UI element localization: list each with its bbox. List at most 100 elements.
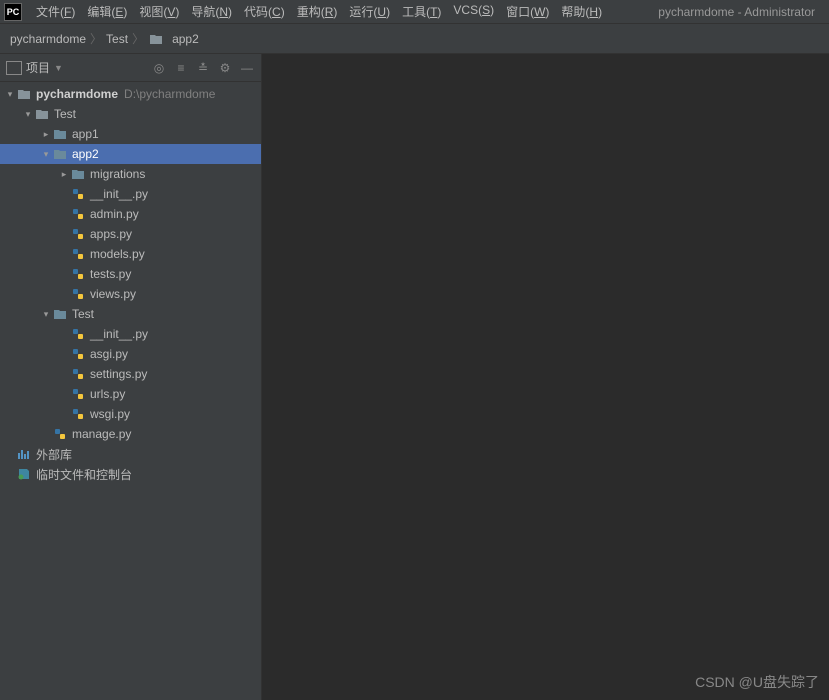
sidebar-header: 项目 ▼ ◎ ≡ ≛ ⚙ — [0, 54, 261, 82]
menu-item[interactable]: 导航(N) [185, 1, 238, 22]
file-item[interactable]: asgi.py [0, 344, 261, 364]
package-icon [52, 309, 68, 320]
package-icon [52, 149, 68, 160]
project-tool-icon[interactable] [6, 61, 22, 75]
folder-icon [148, 33, 164, 45]
tree-item-label: admin.py [90, 207, 139, 221]
project-sidebar: 项目 ▼ ◎ ≡ ≛ ⚙ — pycharmdome D:\pycharmdome… [0, 54, 262, 700]
hide-icon[interactable]: — [239, 60, 255, 76]
python-file-icon [70, 267, 86, 281]
folder-app1[interactable]: app1 [0, 124, 261, 144]
menu-item[interactable]: 代码(C) [238, 1, 291, 22]
folder-test[interactable]: Test [0, 104, 261, 124]
folder-migrations[interactable]: migrations [0, 164, 261, 184]
scratch-icon [16, 468, 32, 480]
locate-icon[interactable]: ◎ [151, 60, 167, 76]
python-file-icon [70, 347, 86, 361]
expand-arrow-icon[interactable] [58, 169, 70, 180]
menu-item[interactable]: 重构(R) [291, 1, 344, 22]
tree-item-label: asgi.py [90, 347, 128, 361]
tree-item-label: Test [54, 107, 76, 121]
expand-arrow-icon[interactable] [40, 309, 52, 320]
project-label: 项目 [26, 59, 50, 76]
scratches-consoles[interactable]: 临时文件和控制台 [0, 464, 261, 484]
tree-item-label: 外部库 [36, 446, 72, 463]
chevron-right-icon: 〉 [90, 30, 102, 47]
menu-item[interactable]: 文件(F) [30, 1, 81, 22]
menu-item[interactable]: 编辑(E) [81, 1, 133, 22]
project-tree: pycharmdome D:\pycharmdome Test app1 app2 mig… [0, 82, 261, 700]
menu-item[interactable]: 视图(V) [133, 1, 185, 22]
menubar: PC 文件(F)编辑(E)视图(V)导航(N)代码(C)重构(R)运行(U)工具… [0, 0, 829, 24]
expand-all-icon[interactable]: ≡ [173, 60, 189, 76]
collapse-all-icon[interactable]: ≛ [195, 60, 211, 76]
breadcrumb-mid[interactable]: Test [106, 32, 128, 46]
expand-arrow-icon[interactable] [40, 129, 52, 140]
file-item[interactable]: models.py [0, 244, 261, 264]
tree-item-label: __init__.py [90, 327, 148, 341]
project-root[interactable]: pycharmdome D:\pycharmdome [0, 84, 261, 104]
breadcrumb-leaf[interactable]: app2 [148, 32, 199, 46]
file-item[interactable]: __init__.py [0, 324, 261, 344]
file-item[interactable]: __init__.py [0, 184, 261, 204]
tree-item-label: pycharmdome [36, 87, 118, 101]
folder-icon [16, 89, 32, 100]
python-file-icon [70, 387, 86, 401]
file-manage[interactable]: manage.py [0, 424, 261, 444]
tree-item-label: app2 [72, 147, 99, 161]
window-title: pycharmdome - Administrator [658, 5, 825, 19]
tree-item-label: manage.py [72, 427, 131, 441]
tree-item-label: apps.py [90, 227, 132, 241]
file-item[interactable]: views.py [0, 284, 261, 304]
breadcrumb: pycharmdome 〉 Test 〉 app2 [0, 24, 829, 54]
file-item[interactable]: urls.py [0, 384, 261, 404]
tree-item-label: wsgi.py [90, 407, 130, 421]
tree-item-label: migrations [90, 167, 145, 181]
menu-item[interactable]: 运行(U) [343, 1, 396, 22]
tree-item-label: 临时文件和控制台 [36, 466, 132, 483]
python-file-icon [70, 207, 86, 221]
tree-item-label: tests.py [90, 267, 131, 281]
chevron-right-icon: 〉 [132, 30, 144, 47]
python-file-icon [70, 187, 86, 201]
python-file-icon [70, 227, 86, 241]
file-item[interactable]: apps.py [0, 224, 261, 244]
file-item[interactable]: settings.py [0, 364, 261, 384]
file-item[interactable]: admin.py [0, 204, 261, 224]
folder-test-inner[interactable]: Test [0, 304, 261, 324]
editor-area [262, 54, 829, 700]
menu-item[interactable]: 窗口(W) [500, 1, 555, 22]
breadcrumb-root[interactable]: pycharmdome [10, 32, 86, 46]
menu-item[interactable]: 帮助(H) [555, 1, 608, 22]
tree-item-label: app1 [72, 127, 99, 141]
python-file-icon [70, 367, 86, 381]
expand-arrow-icon[interactable] [40, 149, 52, 160]
expand-arrow-icon[interactable] [4, 89, 16, 100]
settings-icon[interactable]: ⚙ [217, 60, 233, 76]
path-hint: D:\pycharmdome [124, 87, 215, 101]
watermark: CSDN @U盘失踪了 [695, 672, 819, 692]
tree-item-label: settings.py [90, 367, 147, 381]
tree-item-label: urls.py [90, 387, 125, 401]
tree-item-label: __init__.py [90, 187, 148, 201]
python-file-icon [70, 247, 86, 261]
package-icon [70, 169, 86, 180]
expand-arrow-icon[interactable] [22, 109, 34, 120]
package-icon [52, 129, 68, 140]
python-file-icon [70, 287, 86, 301]
app-logo: PC [4, 3, 22, 21]
dropdown-icon[interactable]: ▼ [54, 63, 63, 73]
menu-item[interactable]: 工具(T) [396, 1, 447, 22]
python-file-icon [70, 327, 86, 341]
file-item[interactable]: tests.py [0, 264, 261, 284]
menu-item[interactable]: VCS(S) [447, 1, 500, 22]
tree-item-label: models.py [90, 247, 145, 261]
python-file-icon [70, 407, 86, 421]
folder-icon [34, 109, 50, 120]
library-icon [16, 448, 32, 460]
file-item[interactable]: wsgi.py [0, 404, 261, 424]
folder-app2[interactable]: app2 [0, 144, 261, 164]
external-libraries[interactable]: 外部库 [0, 444, 261, 464]
python-file-icon [52, 427, 68, 441]
tree-item-label: Test [72, 307, 94, 321]
